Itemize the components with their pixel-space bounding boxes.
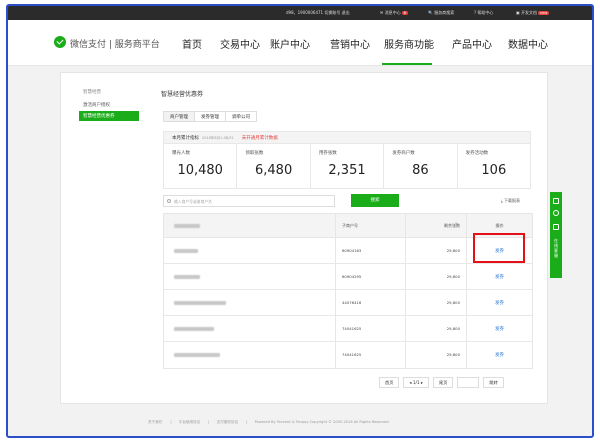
brand-title: 微信支付 | 服务商平台 [70,40,160,50]
issue-coupon-link[interactable]: 发券 [495,301,504,306]
merchant-name-redacted [174,327,214,331]
nav-account-center[interactable]: 账户中心 [270,36,310,51]
summary-heading: 本月累计指标 [172,136,199,141]
stat-claimed: 领取张数 6,480 [237,144,311,188]
support-link[interactable]: 🔍 服务商搜索 [428,10,454,16]
header-name-blurred [174,224,200,228]
nav-product-center[interactable]: 产品中心 [452,36,492,51]
cell-merchant-id: 44076416 [336,290,406,315]
stat-exposure: 曝光人数 10,480 [164,144,238,188]
merchant-name-redacted [174,353,220,357]
pagination: 首页 ◂ 1/1 ▸ 尾页 跳转 [379,377,508,388]
header-merchant-name [164,214,336,237]
active-nav-underline [382,63,432,65]
summary-header: 本月累计指标 2016年8月1-08/31 未开通月累计数据 [164,132,530,144]
nav-marketing-center[interactable]: 营销中心 [330,36,370,51]
footer: 关于我们 | 平台使用协议 | 支付服务协议 | Powered By Tencent… [148,420,390,424]
tab-order-adjustment[interactable]: 调单公司 [225,111,257,122]
search-button[interactable]: 搜索 [351,194,399,207]
table-row: 74041625 29,800 发券 [164,316,532,342]
share-icon[interactable] [553,198,559,204]
help-center-link[interactable]: ? 帮助中心 [474,10,493,16]
nav-home[interactable]: 首页 [182,36,202,51]
footer-copyright: Powered By Tencent & Tenpay Copyright © … [254,420,390,424]
highlight-annotation-box [473,233,525,263]
sidebar-title: 智慧经营 [83,90,101,95]
stats-row: 曝光人数 10,480 领取张数 6,480 用券张数 2,351 发券商户数 86 发… [164,144,530,188]
download-report-link[interactable]: ⤓ 下载报表 [501,198,520,204]
cell-remaining: 29,800 [406,290,467,315]
table-row: 60904295 29,800 发券 [164,264,532,290]
cell-merchant-id: 60904163 [336,238,406,263]
jump-button[interactable]: 跳转 [483,377,504,388]
sort-icon[interactable]: ⇅ [455,222,458,226]
table-row: 44076416 29,800 发券 [164,290,532,316]
table-row: 74041625 29,800 发券 [164,342,532,368]
cell-merchant-id: 74041625 [336,316,406,341]
sidebar-item-merchant-auth[interactable]: 激活商户授权 [83,102,110,108]
issue-coupon-link[interactable]: 发券 [495,327,504,332]
search-input[interactable]: 输入商户号或者商户名 [163,195,335,207]
screenshot-frame: d98，1900006471 切换账号 退出 ✉ 消息中心 8 🔍 服务商搜索 ?… [6,4,594,438]
content-panel: 智慧经营 激活商户授权 智慧经营优惠券 智慧经营优惠券 商户管理 发券管理 调单… [60,72,548,404]
header-remaining[interactable]: 剩余张数 ⇅ [406,214,467,237]
main-navigation: 微信支付 | 服务商平台 首页 交易中心 账户中心 营销中心 服务商功能 产品中… [8,20,592,66]
stat-merchants: 发券商户数 86 [384,144,458,188]
account-info[interactable]: d98，1900006471 切换账号 退出 [286,10,350,16]
stat-used: 用券张数 2,351 [311,144,385,188]
nav-data-center[interactable]: 数据中心 [508,36,548,51]
last-page-button[interactable]: 尾页 [433,377,454,388]
wechat-pay-logo-icon [54,36,66,48]
first-page-button[interactable]: 首页 [379,377,400,388]
nav-service-features[interactable]: 服务商功能 [384,36,434,51]
top-utility-bar: d98，1900006471 切换账号 退出 ✉ 消息中心 8 🔍 服务商搜索 ?… [8,6,592,20]
header-sub-merchant-id: 子商户号 [336,214,406,237]
page-title: 智慧经营优惠券 [161,91,204,98]
feedback-icon[interactable] [553,210,559,216]
summary-date: 2016年8月1-08/31 [202,136,234,140]
cell-merchant-id: 60904295 [336,264,406,289]
page-indicator[interactable]: ◂ 1/1 ▸ [403,377,430,388]
page-jump-input[interactable] [457,377,480,388]
summary-card: 本月累计指标 2016年8月1-08/31 未开通月累计数据 曝光人数 10,480 … [163,131,531,189]
cell-merchant-id: 74041625 [336,342,406,368]
issue-coupon-link[interactable]: 发券 [495,353,504,358]
tab-coupon-management[interactable]: 发券管理 [194,111,226,122]
issue-coupon-link[interactable]: 发券 [495,275,504,280]
cell-remaining: 29,800 [406,264,467,289]
merchant-name-redacted [174,249,198,253]
cell-remaining: 29,800 [406,342,467,368]
online-service-button[interactable]: 在线客服 [553,238,559,258]
message-center-link[interactable]: ✉ 消息中心 8 [380,10,408,16]
footer-link-platform-agreement[interactable]: 平台使用协议 [179,420,201,424]
dev-docs-link[interactable]: ▣ 开发文档 new [516,10,550,16]
summary-warning: 未开通月累计数据 [241,136,278,141]
message-count-badge: 8 [401,11,408,15]
sidebar-item-coupon[interactable]: 智慧经营优惠券 [79,111,139,121]
tab-bar: 商户管理 发券管理 调单公司 [163,111,257,122]
merchant-name-redacted [174,275,200,279]
footer-link-about[interactable]: 关于我们 [148,420,162,424]
new-badge: new [538,11,550,15]
floating-toolbar: 在线客服 [550,192,562,278]
cell-remaining: 29,800 [406,238,467,263]
tab-merchant-management[interactable]: 商户管理 [163,111,195,122]
cell-remaining: 29,800 [406,316,467,341]
edit-icon[interactable] [553,224,559,230]
search-icon [167,199,171,203]
stat-campaigns: 发券活动数 106 [465,151,507,178]
footer-link-payment-agreement[interactable]: 支付服务协议 [217,420,239,424]
merchant-name-redacted [174,301,226,305]
nav-trade-center[interactable]: 交易中心 [220,36,260,51]
